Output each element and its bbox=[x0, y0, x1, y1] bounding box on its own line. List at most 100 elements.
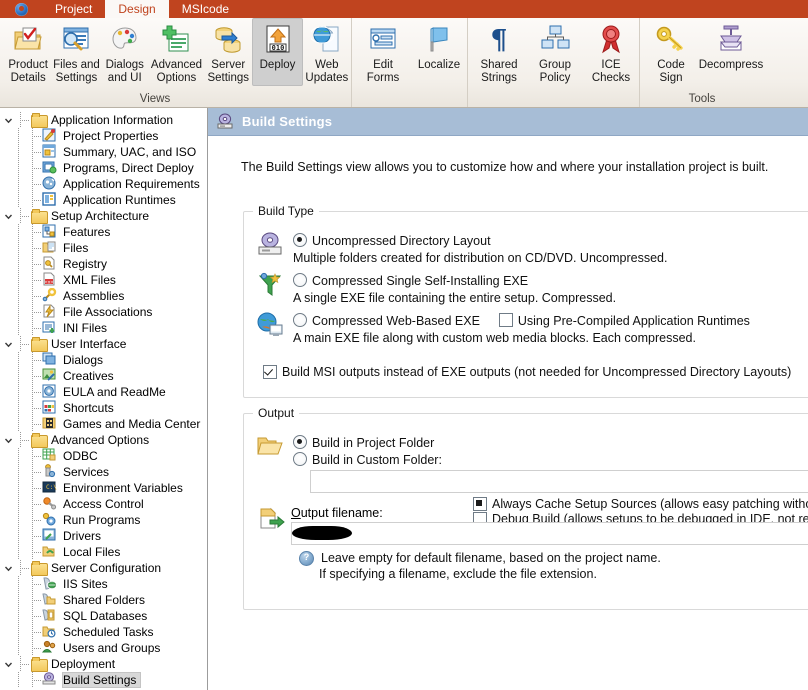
project-tree[interactable]: Application Information Project Properti… bbox=[0, 108, 208, 690]
flag-build-msi-outputs[interactable]: Build MSI outputs instead of EXE outputs… bbox=[263, 365, 791, 379]
build-type-option-single-exe[interactable]: Compressed Single Self-Installing EXE A … bbox=[293, 273, 616, 305]
output-filename-input[interactable] bbox=[291, 522, 808, 545]
build-type-option-web-exe[interactable]: Compressed Web-Based EXE Using Pre-Compi… bbox=[293, 313, 750, 345]
tree-node-application-information[interactable]: Application Information bbox=[0, 112, 207, 128]
tree-node-label: EULA and ReadMe bbox=[63, 385, 166, 399]
ribbon-button-files-and-settings[interactable]: Files and Settings bbox=[52, 18, 100, 85]
tab-msicode[interactable]: MSIcode bbox=[169, 0, 242, 18]
access-control-icon bbox=[42, 496, 59, 512]
ribbon-button-label: Product bbox=[8, 59, 48, 71]
chevron-down-icon[interactable] bbox=[0, 336, 16, 352]
tree-node-iis-sites[interactable]: IIS Sites bbox=[0, 576, 207, 592]
ribbon-button-label2: Updates bbox=[305, 72, 349, 84]
tree-node-build-settings[interactable]: Build Settings bbox=[0, 672, 207, 688]
checkbox-label: Using Pre-Compiled Application Runtimes bbox=[517, 314, 750, 328]
tree-node-summary-uac-iso[interactable]: Summary, UAC, and ISO bbox=[0, 144, 207, 160]
ribbon-button-product-details[interactable]: Product Details bbox=[4, 18, 52, 85]
tree-node-environment-variables[interactable]: C:\ Environment Variables bbox=[0, 480, 207, 496]
app-orb-button[interactable] bbox=[0, 0, 42, 18]
tree-node-ini-files[interactable]: INI Files bbox=[0, 320, 207, 336]
tree-node-label: Application Information bbox=[51, 113, 174, 127]
tree-connector bbox=[28, 576, 42, 592]
tree-node-application-requirements[interactable]: Application Requirements bbox=[0, 176, 207, 192]
tree-node-label: Scheduled Tasks bbox=[63, 625, 154, 639]
tree-node-assemblies[interactable]: Assemblies bbox=[0, 287, 207, 304]
pane-intro-text: The Build Settings view allows you to cu… bbox=[241, 160, 769, 174]
ribbon-button-code-sign[interactable]: Code Sign bbox=[643, 18, 699, 85]
output-option-project-folder[interactable]: Build in Project Folder bbox=[293, 435, 434, 450]
ribbon-button-group-policy[interactable]: Group Policy bbox=[527, 18, 583, 85]
chevron-down-icon[interactable] bbox=[0, 560, 16, 576]
custom-folder-input[interactable] bbox=[310, 470, 808, 493]
tree-node-user-interface[interactable]: User Interface bbox=[0, 336, 207, 352]
tree-node-application-runtimes[interactable]: Application Runtimes bbox=[0, 192, 207, 208]
radio-compressed-web-based-exe[interactable] bbox=[293, 313, 307, 327]
tree-node-games-media-center[interactable]: Games and Media Center bbox=[0, 416, 207, 432]
radio-compressed-single-self-installing-exe[interactable] bbox=[293, 273, 307, 287]
ribbon-button-ice-checks[interactable]: ICE Checks bbox=[583, 18, 639, 85]
tree-connector bbox=[14, 624, 28, 640]
users-groups-icon bbox=[41, 640, 59, 656]
radio-build-in-project-folder[interactable] bbox=[293, 435, 307, 449]
tree-node-file-associations[interactable]: File Associations bbox=[0, 304, 207, 320]
tree-node-label: Shortcuts bbox=[63, 401, 114, 415]
tree-node-shortcuts[interactable]: Shortcuts bbox=[0, 400, 207, 416]
tree-node-xml-files[interactable]: <x> XML Files bbox=[0, 272, 207, 288]
build-type-option-uncompressed[interactable]: Uncompressed Directory Layout Multiple f… bbox=[293, 233, 667, 265]
tree-node-shared-folders[interactable]: Shared Folders bbox=[0, 592, 207, 608]
hint-text: If specifying a filename, exclude the fi… bbox=[319, 567, 597, 581]
tree-node-server-configuration[interactable]: Server Configuration bbox=[0, 560, 207, 576]
chevron-down-icon[interactable] bbox=[0, 656, 16, 672]
tree-node-dialogs[interactable]: Dialogs bbox=[0, 352, 207, 368]
tab-design[interactable]: Design bbox=[105, 0, 169, 18]
tree-node-access-control[interactable]: Access Control bbox=[0, 496, 207, 512]
radio-build-in-custom-folder[interactable] bbox=[293, 452, 307, 466]
ribbon-button-server-settings[interactable]: Server Settings bbox=[204, 18, 252, 85]
tree-node-scheduled-tasks[interactable]: Scheduled Tasks bbox=[0, 624, 207, 640]
build-settings-icon bbox=[216, 113, 234, 131]
ribbon-button-dialogs-and-ui[interactable]: Dialogs and UI bbox=[101, 18, 149, 85]
ribbon-button-shared-strings[interactable]: ¶ Shared Strings bbox=[471, 18, 527, 85]
tree-connector bbox=[14, 368, 28, 384]
ribbon-button-advanced-options[interactable]: Advanced Options bbox=[149, 18, 204, 85]
svg-text:C:\: C:\ bbox=[46, 484, 57, 491]
chevron-down-icon[interactable] bbox=[0, 208, 16, 224]
tree-connector bbox=[14, 176, 28, 192]
tree-node-users-and-groups[interactable]: Users and Groups bbox=[0, 640, 207, 656]
tree-node-programs-direct-deploy[interactable]: Programs, Direct Deploy bbox=[0, 160, 207, 176]
checkbox-using-precompiled-runtimes[interactable] bbox=[498, 313, 513, 327]
tree-node-registry[interactable]: Registry bbox=[0, 256, 207, 272]
tree-node-label: Games and Media Center bbox=[63, 417, 201, 431]
xml-files-icon: <x> bbox=[42, 272, 59, 288]
ribbon-button-edit-forms[interactable]: Edit Forms bbox=[355, 18, 411, 85]
output-option-custom-folder[interactable]: Build in Custom Folder: bbox=[293, 452, 442, 467]
tree-node-advanced-options[interactable]: Advanced Options bbox=[0, 432, 207, 448]
tree-node-creatives[interactable]: Creatives bbox=[0, 368, 207, 384]
ribbon-button-localize[interactable]: Localize bbox=[411, 18, 467, 72]
tree-node-drivers[interactable]: Drivers bbox=[0, 528, 207, 544]
chevron-down-icon[interactable] bbox=[0, 112, 16, 128]
tree-node-features[interactable]: Features bbox=[0, 224, 207, 240]
radio-uncompressed-directory-layout[interactable] bbox=[293, 233, 307, 247]
tree-node-run-programs[interactable]: Run Programs bbox=[0, 512, 207, 528]
tree-connector bbox=[28, 240, 42, 256]
chevron-down-icon[interactable] bbox=[0, 432, 16, 448]
tree-node-setup-architecture[interactable]: Setup Architecture bbox=[0, 208, 207, 224]
tab-project[interactable]: Project bbox=[42, 0, 105, 18]
tree-node-local-files[interactable]: Local Files bbox=[0, 544, 207, 560]
checkbox-build-msi-outputs[interactable] bbox=[263, 365, 277, 379]
tree-node-files[interactable]: Files bbox=[0, 240, 207, 256]
tree-node-sql-databases[interactable]: SQL Databases bbox=[0, 608, 207, 624]
tree-node-project-properties[interactable]: Project Properties bbox=[0, 128, 207, 144]
output-filename-accesskey: O bbox=[291, 506, 301, 520]
ribbon-button-deploy[interactable]: 010 Deploy bbox=[252, 18, 303, 86]
ribbon-button-decompress[interactable]: Decompress bbox=[699, 18, 763, 72]
page-title: Build Settings bbox=[242, 114, 333, 129]
tree-node-eula-readme[interactable]: EULA and ReadMe bbox=[0, 384, 207, 400]
ribbon-button-web-updates[interactable]: Web Updates bbox=[303, 18, 351, 85]
tree-node-deployment[interactable]: Deployment bbox=[0, 656, 207, 672]
ribbon-button-label2: Sign bbox=[659, 72, 683, 84]
tree-node-services[interactable]: Services bbox=[0, 464, 207, 480]
tree-node-label: Setup Architecture bbox=[51, 209, 150, 223]
tree-node-odbc[interactable]: ODBC bbox=[0, 448, 207, 464]
